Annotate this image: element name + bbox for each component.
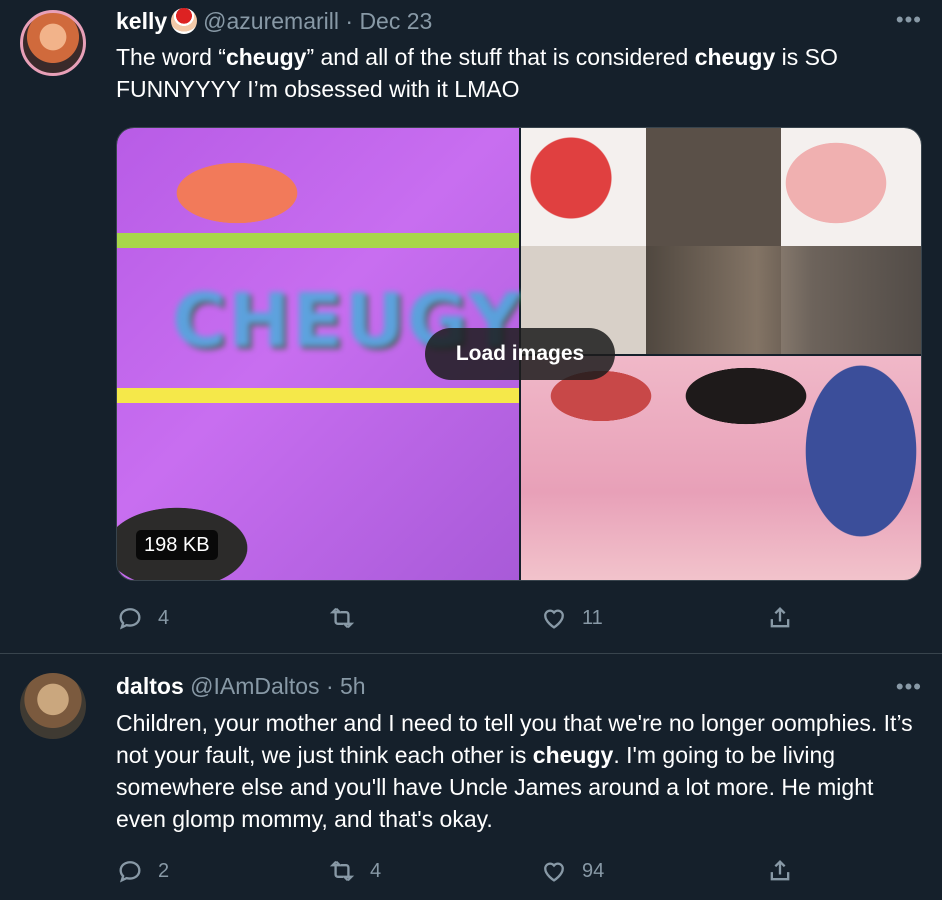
retweet-icon: [329, 607, 355, 629]
tweet-daltos[interactable]: daltos @IAmDaltos · 5h ••• Children, you…: [0, 655, 942, 900]
tweet-actions: 2 4 94: [116, 853, 806, 889]
like-button[interactable]: 11: [540, 600, 603, 636]
reply-icon: [119, 608, 141, 630]
separator-dot: ·: [325, 673, 334, 699]
reply-count: 2: [158, 859, 170, 882]
tweet-timestamp[interactable]: 5h: [340, 673, 366, 699]
like-count: 94: [582, 859, 605, 882]
tweet-header: kelly @azuremarill · Dec 23: [116, 6, 432, 36]
reply-button[interactable]: 4: [116, 600, 169, 636]
author-name[interactable]: kelly: [116, 8, 167, 34]
reply-count: 4: [158, 606, 170, 629]
avatar[interactable]: [20, 10, 86, 76]
heart-icon: [544, 609, 564, 629]
media-image-2[interactable]: [521, 128, 921, 354]
author-handle[interactable]: @IAmDaltos: [190, 673, 319, 699]
author-name[interactable]: daltos: [116, 673, 184, 699]
reply-button[interactable]: 2: [116, 853, 169, 889]
separator-dot: ·: [345, 8, 354, 34]
share-button[interactable]: [766, 853, 794, 889]
avatar[interactable]: [20, 673, 86, 739]
author-handle[interactable]: @azuremarill: [203, 8, 339, 34]
retweet-button[interactable]: [328, 600, 370, 636]
tweet-kelly[interactable]: kelly @azuremarill · Dec 23 ••• The word …: [0, 0, 942, 654]
tweet-timestamp[interactable]: Dec 23: [359, 8, 432, 34]
media-grid[interactable]: CHEUGY Load images 198 KB: [116, 127, 922, 581]
like-button[interactable]: 94: [540, 853, 604, 889]
tweet-actions: 4 11: [116, 600, 806, 636]
tweet-header: daltos @IAmDaltos · 5h: [116, 671, 366, 701]
santa-icon: [171, 8, 198, 34]
more-options-icon[interactable]: •••: [896, 676, 922, 698]
retweet-count: 4: [370, 859, 382, 882]
share-icon: [770, 607, 790, 628]
like-count: 11: [582, 606, 603, 629]
share-icon: [770, 860, 790, 881]
share-button[interactable]: [766, 600, 794, 636]
more-options-icon[interactable]: •••: [896, 9, 922, 31]
media-size-badge: 198 KB: [136, 530, 218, 560]
load-images-button[interactable]: Load images: [425, 328, 615, 380]
heart-icon: [544, 862, 564, 882]
media-image-3[interactable]: [521, 356, 921, 580]
retweet-icon: [329, 860, 355, 882]
tweet-text: The word “cheugy” and all of the stuff t…: [116, 44, 838, 102]
retweet-button[interactable]: 4: [328, 853, 381, 889]
reply-icon: [119, 861, 141, 883]
tweet-text: Children, your mother and I need to tell…: [116, 710, 913, 832]
